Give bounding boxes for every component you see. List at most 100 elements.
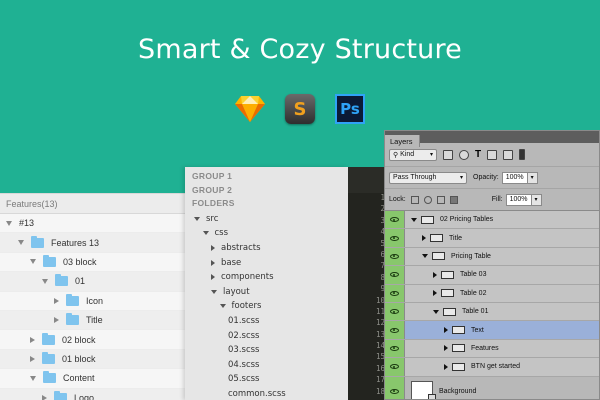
disclosure-down-icon[interactable]	[42, 278, 48, 284]
editor-tab-bar	[348, 167, 388, 193]
sidebar-file[interactable]: 02.scss	[185, 328, 348, 343]
tree-label: 05.scss	[228, 374, 260, 385]
sidebar-file[interactable]: common.scss	[185, 387, 348, 400]
ps-layer-row[interactable]: Pricing Table	[385, 247, 599, 267]
disclosure-down-icon[interactable]	[411, 217, 417, 222]
ps-layer-row[interactable]: Table 02	[385, 284, 599, 303]
disclosure-down-icon[interactable]	[422, 254, 428, 259]
code-editor[interactable]: 1 2 3 4 5 6 7 8 9 10 11 12 13 14 15 16 17 18	[348, 167, 388, 400]
sidebar-folder[interactable]: base	[185, 255, 348, 270]
filter-toggle-icon[interactable]	[519, 149, 526, 160]
sidebar-file[interactable]: 04.scss	[185, 357, 348, 372]
disclosure-right-icon[interactable]	[211, 244, 215, 251]
visibility-toggle[interactable]	[385, 266, 405, 284]
visibility-toggle[interactable]	[385, 229, 405, 247]
ps-layer-row[interactable]: Title	[385, 229, 599, 248]
visibility-toggle[interactable]	[385, 211, 405, 229]
disclosure-right-icon[interactable]	[30, 355, 35, 362]
tree-label: components	[221, 272, 274, 283]
disclosure-right-icon[interactable]	[54, 317, 59, 324]
folder-icon	[55, 274, 68, 287]
lock-all-icon[interactable]	[449, 195, 458, 204]
visibility-toggle[interactable]	[385, 358, 405, 376]
visibility-toggle[interactable]	[385, 321, 405, 339]
disclosure-right-icon[interactable]	[444, 345, 448, 352]
disclosure-right-icon[interactable]	[30, 336, 35, 343]
tab-layers[interactable]: Layers	[385, 135, 420, 147]
opacity-dropdown-icon[interactable]: ▾	[527, 171, 538, 184]
blend-mode-select[interactable]: Pass Through ▾	[389, 171, 467, 184]
disclosure-down-icon[interactable]	[194, 216, 200, 221]
folder-icon	[452, 344, 465, 353]
disclosure-down-icon[interactable]	[219, 304, 226, 309]
disclosure-down-icon[interactable]	[202, 231, 209, 236]
sidebar-file[interactable]: 03.scss	[185, 343, 348, 358]
tree-label: 02.scss	[228, 330, 260, 341]
folder-icon	[441, 270, 454, 279]
sidebar-folder[interactable]: src	[185, 212, 348, 227]
disclosure-right-icon[interactable]	[444, 327, 448, 334]
smart-object-filter-icon[interactable]	[503, 149, 514, 160]
sidebar-folder[interactable]: css	[185, 226, 348, 241]
line-number: 2	[380, 204, 385, 214]
sidebar-folder[interactable]: abstracts	[185, 241, 348, 256]
disclosure-right-icon[interactable]	[422, 235, 426, 242]
adjustment-filter-icon[interactable]	[459, 149, 469, 160]
ps-lock-row: Lock: Fill: 100% ▾	[385, 189, 599, 211]
disclosure-right-icon[interactable]	[211, 274, 215, 281]
tree-label: src	[206, 213, 219, 224]
eye-icon	[390, 327, 399, 333]
sidebar-group-1[interactable]: GROUP 1	[185, 171, 348, 185]
disclosure-right-icon[interactable]	[54, 297, 59, 304]
visibility-toggle[interactable]	[385, 302, 405, 321]
sketch-logo-icon	[234, 93, 266, 125]
tree-label: 03.scss	[228, 345, 260, 356]
layer-label: Icon	[86, 295, 104, 306]
visibility-toggle[interactable]	[385, 284, 405, 302]
ps-layer-row[interactable]: Table 01	[385, 302, 599, 322]
visibility-toggle[interactable]	[385, 376, 405, 399]
sidebar-folder[interactable]: components	[185, 270, 348, 285]
sidebar-file[interactable]: 01.scss	[185, 314, 348, 329]
visibility-toggle[interactable]	[385, 247, 405, 266]
layer-label: Features 13	[51, 237, 100, 248]
ps-layer-row[interactable]: Text	[385, 321, 599, 340]
type-filter-icon[interactable]: T	[475, 149, 481, 160]
disclosure-down-icon[interactable]	[211, 289, 217, 294]
eye-icon	[390, 388, 399, 394]
ps-layer-row[interactable]: Features	[385, 339, 599, 359]
sidebar-file[interactable]: 05.scss	[185, 372, 348, 387]
ps-layer-row[interactable]: Table 03	[385, 266, 599, 285]
fill-dropdown-icon[interactable]: ▾	[531, 193, 542, 206]
disclosure-right-icon[interactable]	[211, 259, 215, 266]
disclosure-down-icon[interactable]	[433, 309, 439, 314]
disclosure-right-icon[interactable]	[444, 363, 448, 370]
layer-label: #13	[19, 218, 35, 229]
lock-transparency-icon[interactable]	[410, 195, 419, 204]
disclosure-right-icon[interactable]	[433, 271, 437, 278]
sidebar-folder[interactable]: footers	[185, 299, 348, 314]
ps-layer-background[interactable]: Background	[385, 376, 599, 399]
kind-filter-select[interactable]: ⚲ Kind ▾	[389, 148, 437, 161]
shape-filter-icon[interactable]	[487, 149, 498, 160]
fill-field[interactable]: 100%	[505, 193, 532, 206]
opacity-field[interactable]: 100%	[501, 171, 528, 184]
fill-label: Fill:	[491, 196, 503, 203]
sidebar-folder[interactable]: layout	[185, 284, 348, 299]
disclosure-right-icon[interactable]	[42, 394, 47, 400]
disclosure-down-icon[interactable]	[30, 375, 36, 381]
disclosure-down-icon[interactable]	[6, 220, 12, 226]
pixel-filter-icon[interactable]	[443, 149, 453, 160]
layer-label: 03 block	[63, 256, 97, 267]
layer-label: 01 block	[62, 353, 96, 364]
sidebar-group-2[interactable]: GROUP 2	[185, 185, 348, 199]
disclosure-right-icon[interactable]	[433, 290, 437, 297]
ps-layer-row[interactable]: 02 Pricing Tables	[385, 211, 599, 230]
disclosure-down-icon[interactable]	[30, 259, 36, 265]
opacity-label: Opacity:	[473, 174, 499, 181]
lock-pixels-icon[interactable]	[423, 195, 432, 204]
lock-position-icon[interactable]	[436, 195, 445, 204]
ps-layer-row[interactable]: BTN get started	[385, 358, 599, 377]
visibility-toggle[interactable]	[385, 339, 405, 358]
disclosure-down-icon[interactable]	[18, 240, 24, 246]
